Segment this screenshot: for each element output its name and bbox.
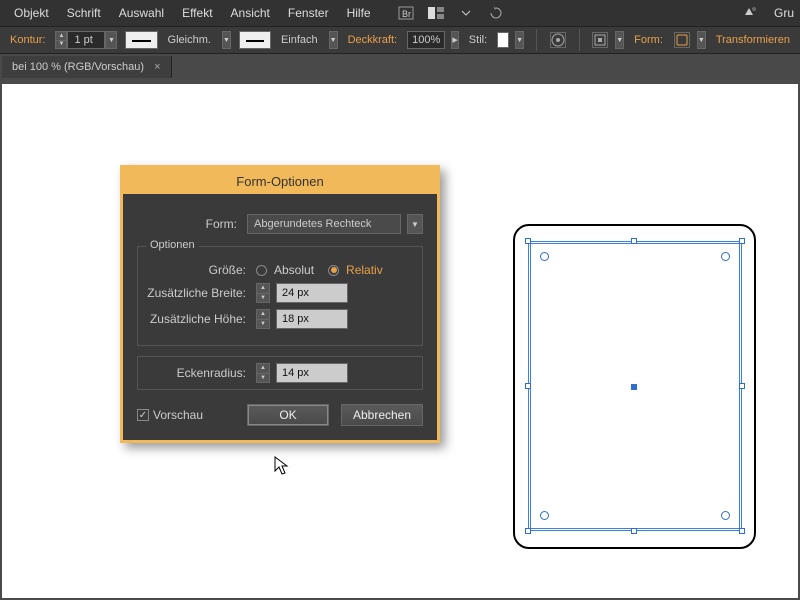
menu-fenster[interactable]: Fenster <box>280 3 337 23</box>
transform-label[interactable]: Transformieren <box>712 34 794 46</box>
opacity-label: Deckkraft: <box>344 34 402 46</box>
form-type-select[interactable]: Abgerundetes Rechteck <box>247 214 401 234</box>
options-group-legend: Optionen <box>146 239 199 251</box>
menu-schrift[interactable]: Schrift <box>59 3 109 23</box>
extra-height-input[interactable]: 18 px <box>276 309 348 329</box>
selected-shape[interactable] <box>513 224 756 549</box>
radius-group: Eckenradius: ▲▼ 14 px <box>137 356 423 390</box>
sync-icon[interactable] <box>487 5 505 21</box>
stroke-preview-2[interactable] <box>239 31 271 49</box>
handle-tr[interactable] <box>739 238 745 244</box>
align-icon[interactable] <box>592 32 608 48</box>
bridge-icon[interactable]: Br <box>397 5 415 21</box>
ok-button[interactable]: OK <box>247 404 329 426</box>
handle-tl[interactable] <box>525 238 531 244</box>
workspace-menu[interactable]: Gru <box>774 6 794 20</box>
corner-anchor-br[interactable] <box>721 511 730 520</box>
shape-options-dialog: Form-Optionen Form: Abgerundetes Rechtec… <box>120 165 440 443</box>
document-tab[interactable]: bei 100 % (RGB/Vorschau) × <box>2 56 172 78</box>
menu-effekt[interactable]: Effekt <box>174 3 220 23</box>
size-relative-radio[interactable] <box>328 265 339 276</box>
corner-radius-stepper[interactable]: ▲▼ <box>256 363 270 383</box>
stroke-style-1-label: Gleichm. <box>164 34 216 46</box>
style-swatch[interactable] <box>497 32 509 48</box>
form-type-dropdown-icon[interactable]: ▼ <box>407 214 423 234</box>
handle-tm[interactable] <box>631 238 637 244</box>
notification-icon[interactable] <box>740 5 758 21</box>
opacity-dropdown[interactable]: ▶ <box>451 31 459 49</box>
size-absolute-radio[interactable] <box>256 265 267 276</box>
document-tab-bar: bei 100 % (RGB/Vorschau) × <box>0 54 800 78</box>
close-icon[interactable]: × <box>154 61 160 73</box>
stroke-style-2-dropdown[interactable]: ▼ <box>329 31 338 49</box>
stroke-style-2-label: Einfach <box>277 34 323 46</box>
stroke-stepper[interactable]: ▲▼ <box>55 31 67 49</box>
extra-height-label: Zusätzliche Höhe: <box>146 312 250 326</box>
stroke-value[interactable]: 1 pt <box>67 31 105 49</box>
align-dropdown[interactable]: ▼ <box>615 31 624 49</box>
corner-anchor-tl[interactable] <box>540 252 549 261</box>
style-label: Stil: <box>465 34 491 46</box>
preview-checkbox[interactable]: ✓ Vorschau <box>137 408 203 422</box>
dialog-title[interactable]: Form-Optionen <box>123 168 437 194</box>
options-group: Optionen Größe: Absolut Relativ Zusätzli… <box>137 246 423 346</box>
handle-bl[interactable] <box>525 528 531 534</box>
shape-label: Form: <box>630 34 667 46</box>
corner-radius-input[interactable]: 14 px <box>276 363 348 383</box>
opacity-value[interactable]: 100% <box>407 31 445 49</box>
menu-bar: Objekt Schrift Auswahl Effekt Ansicht Fe… <box>0 0 800 26</box>
form-type-label: Form: <box>137 217 241 231</box>
chevron-down-icon[interactable] <box>457 5 475 21</box>
shape-icon[interactable] <box>674 32 690 48</box>
preview-label: Vorschau <box>153 408 203 422</box>
center-point[interactable] <box>631 384 637 390</box>
size-label: Größe: <box>146 263 250 277</box>
recolor-icon[interactable] <box>550 32 566 48</box>
extra-width-input[interactable]: 24 px <box>276 283 348 303</box>
menu-hilfe[interactable]: Hilfe <box>339 3 379 23</box>
corner-radius-label: Eckenradius: <box>146 366 250 380</box>
size-absolute-label[interactable]: Absolut <box>274 263 314 277</box>
style-dropdown[interactable]: ▼ <box>515 31 524 49</box>
handle-ml[interactable] <box>525 383 531 389</box>
menu-auswahl[interactable]: Auswahl <box>111 3 172 23</box>
cancel-button[interactable]: Abbrechen <box>341 404 423 426</box>
extra-width-stepper[interactable]: ▲▼ <box>256 283 270 303</box>
shape-dropdown[interactable]: ▼ <box>697 31 706 49</box>
stroke-style-1-dropdown[interactable]: ▼ <box>222 31 231 49</box>
handle-br[interactable] <box>739 528 745 534</box>
stroke-label: Kontur: <box>6 34 49 46</box>
size-relative-label[interactable]: Relativ <box>346 263 383 277</box>
options-bar: Kontur: ▲▼ 1 pt ▼ Gleichm. ▼ Einfach ▼ D… <box>0 26 800 54</box>
corner-anchor-bl[interactable] <box>540 511 549 520</box>
extra-width-label: Zusätzliche Breite: <box>146 286 250 300</box>
svg-text:Br: Br <box>402 9 411 19</box>
extra-height-stepper[interactable]: ▲▼ <box>256 309 270 329</box>
stroke-preview-1[interactable] <box>125 31 157 49</box>
stroke-dropdown[interactable]: ▼ <box>105 31 117 49</box>
menu-ansicht[interactable]: Ansicht <box>223 3 278 23</box>
handle-bm[interactable] <box>631 528 637 534</box>
arrange-icon[interactable] <box>427 5 445 21</box>
corner-anchor-tr[interactable] <box>721 252 730 261</box>
menu-objekt[interactable]: Objekt <box>6 3 57 23</box>
document-tab-label: bei 100 % (RGB/Vorschau) <box>12 61 144 73</box>
handle-mr[interactable] <box>739 383 745 389</box>
